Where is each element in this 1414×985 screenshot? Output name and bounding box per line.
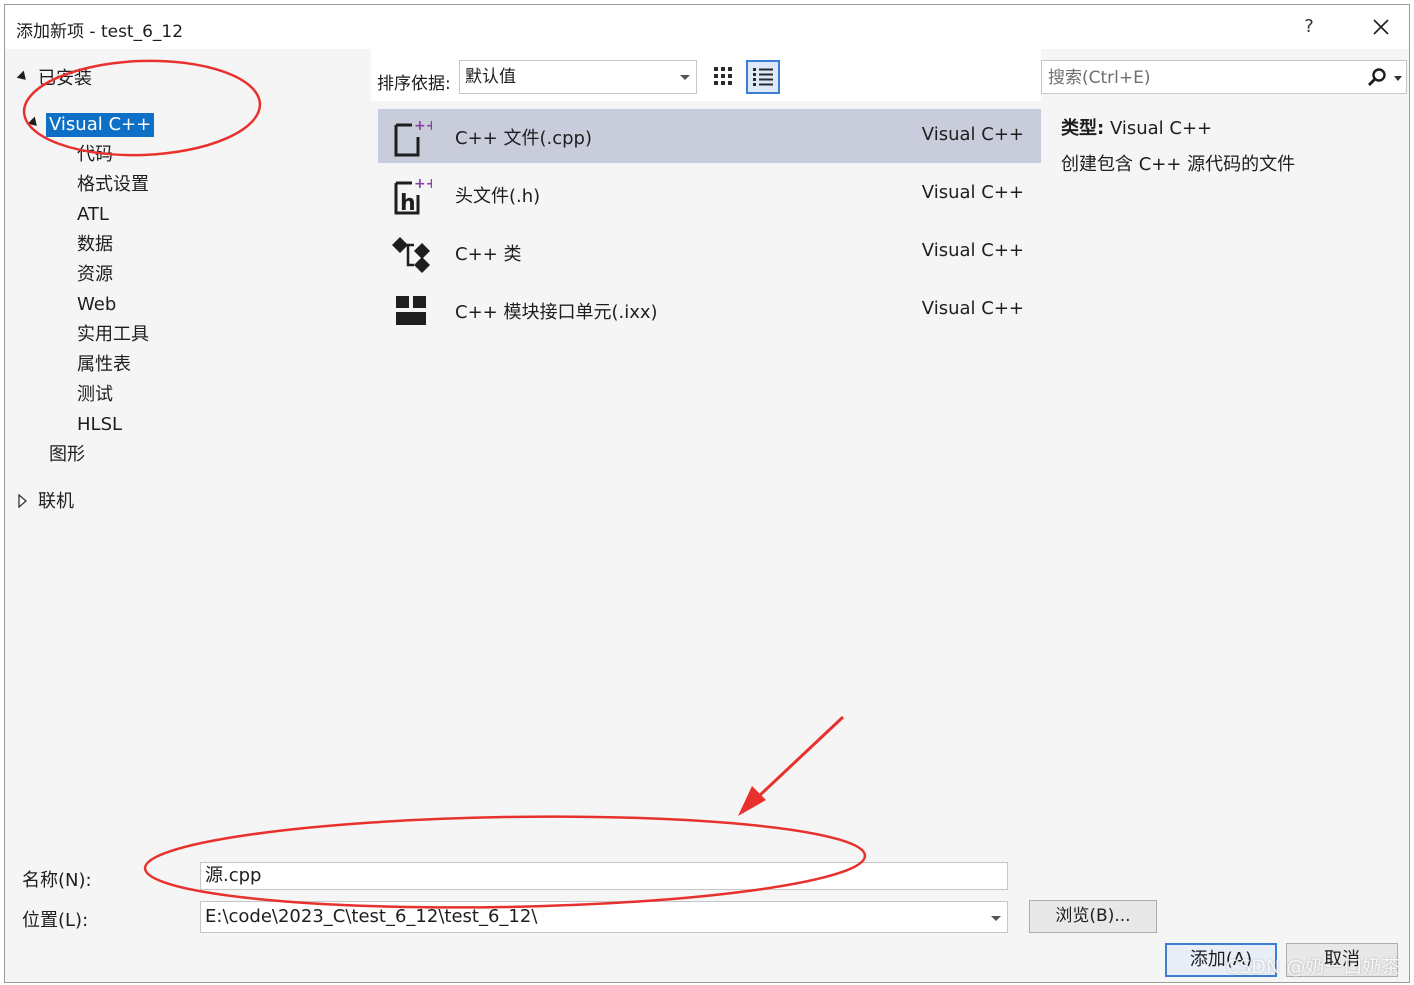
svg-text:h: h (400, 191, 416, 215)
grid-view-icon (714, 67, 732, 85)
template-language: Visual C++ (921, 240, 1024, 261)
tree-node-property-sheet[interactable]: 属性表 (77, 353, 131, 377)
location-value: E:\code\2023_C\test_6_12\test_6_12\ (205, 906, 538, 927)
cpp-file-icon: ++ (394, 118, 432, 157)
window-title: 添加新项 - test_6_12 (16, 22, 184, 42)
title-bar: 添加新项 - test_6_12 ? (5, 5, 1409, 49)
add-new-item-dialog: 添加新项 - test_6_12 ? 已安装 Visual C++ 代码 格式设… (4, 4, 1410, 983)
tree-node-graphics[interactable]: 图形 (49, 443, 85, 467)
close-button[interactable] (1359, 9, 1403, 45)
name-label: 名称(N): (22, 870, 92, 891)
module-interface-icon (396, 296, 426, 325)
cpp-class-icon (392, 237, 430, 273)
template-row-module-interface[interactable]: C++ 模块接口单元(.ixx) Visual C++ (378, 283, 1042, 337)
template-language: Visual C++ (921, 124, 1024, 145)
template-language: Visual C++ (921, 182, 1024, 203)
location-input[interactable]: E:\code\2023_C\test_6_12\test_6_12\ (200, 901, 1008, 933)
type-label: 类型: (1061, 118, 1105, 139)
type-info: 类型: Visual C++ (1061, 114, 1212, 140)
tree-node-atl[interactable]: ATL (77, 203, 109, 227)
help-button[interactable]: ? (1289, 9, 1329, 45)
template-name: 头文件(.h) (455, 186, 541, 207)
sort-value: 默认值 (465, 67, 516, 87)
list-view-icon (753, 68, 773, 86)
close-icon (1373, 19, 1389, 35)
template-name: C++ 类 (455, 244, 522, 265)
chevron-down-icon[interactable] (1394, 76, 1402, 81)
chevron-down-icon (680, 75, 690, 80)
template-list-panel: 排序依据: 默认值 + C++ 文件(.cpp) Visual C++ h + … (371, 49, 1042, 849)
tree-node-online[interactable]: 联机 (38, 490, 74, 514)
search-box[interactable] (1041, 60, 1407, 94)
collapse-icon[interactable] (16, 70, 30, 84)
search-input[interactable] (1048, 67, 1348, 89)
tree-node-web[interactable]: Web (77, 293, 116, 317)
grid-view-button[interactable] (709, 61, 741, 93)
template-row-cpp-class[interactable]: C++ 类 Visual C++ (378, 225, 1042, 279)
template-row-cpp-file[interactable]: ++ C++ 文件(.cpp) Visual C++ (378, 109, 1042, 163)
tree-node-code[interactable]: 代码 (77, 143, 113, 167)
name-input[interactable]: 源.cpp (200, 862, 1008, 890)
tree-node-formatting[interactable]: 格式设置 (77, 173, 149, 197)
details-panel: 类型: Visual C++ 创建包含 C++ 源代码的文件 (1041, 49, 1409, 849)
svg-text:++: ++ (414, 118, 432, 134)
template-name: C++ 模块接口单元(.ixx) (455, 302, 658, 323)
expand-icon[interactable] (18, 494, 28, 508)
tree-node-utility[interactable]: 实用工具 (77, 323, 149, 347)
collapse-icon[interactable] (27, 116, 41, 130)
header-file-icon: h ++ (394, 176, 432, 215)
location-label: 位置(L): (22, 910, 89, 931)
item-form: 名称(N): 源.cpp 位置(L): E:\code\2023_C\test_… (5, 849, 1409, 982)
sort-dropdown[interactable]: 默认值 (459, 60, 697, 94)
list-view-button[interactable] (746, 60, 780, 94)
chevron-down-icon[interactable] (991, 916, 1001, 921)
template-row-header-file[interactable]: h ++ 头文件(.h) Visual C++ (378, 167, 1042, 221)
sort-label: 排序依据: (377, 74, 451, 94)
tree-node-visual-cpp[interactable]: Visual C++ (46, 113, 155, 137)
svg-text:++: ++ (414, 176, 432, 192)
category-tree: 已安装 Visual C++ 代码 格式设置 ATL 数据 资源 Web 实用工… (5, 49, 371, 849)
tree-node-data[interactable]: 数据 (77, 233, 113, 257)
watermark: CSDN @奶一口奶茶 (1226, 956, 1401, 978)
template-description: 创建包含 C++ 源代码的文件 (1061, 154, 1296, 175)
tree-node-resource[interactable]: 资源 (77, 263, 113, 287)
search-icon[interactable] (1366, 67, 1388, 89)
type-value: Visual C++ (1109, 118, 1213, 139)
template-language: Visual C++ (921, 298, 1024, 319)
tree-node-test[interactable]: 测试 (77, 383, 113, 407)
template-name: C++ 文件(.cpp) (455, 128, 592, 149)
browse-button[interactable]: 浏览(B)... (1029, 900, 1157, 933)
tree-node-hlsl[interactable]: HLSL (77, 413, 122, 437)
tree-node-installed[interactable]: 已安装 (38, 67, 92, 91)
